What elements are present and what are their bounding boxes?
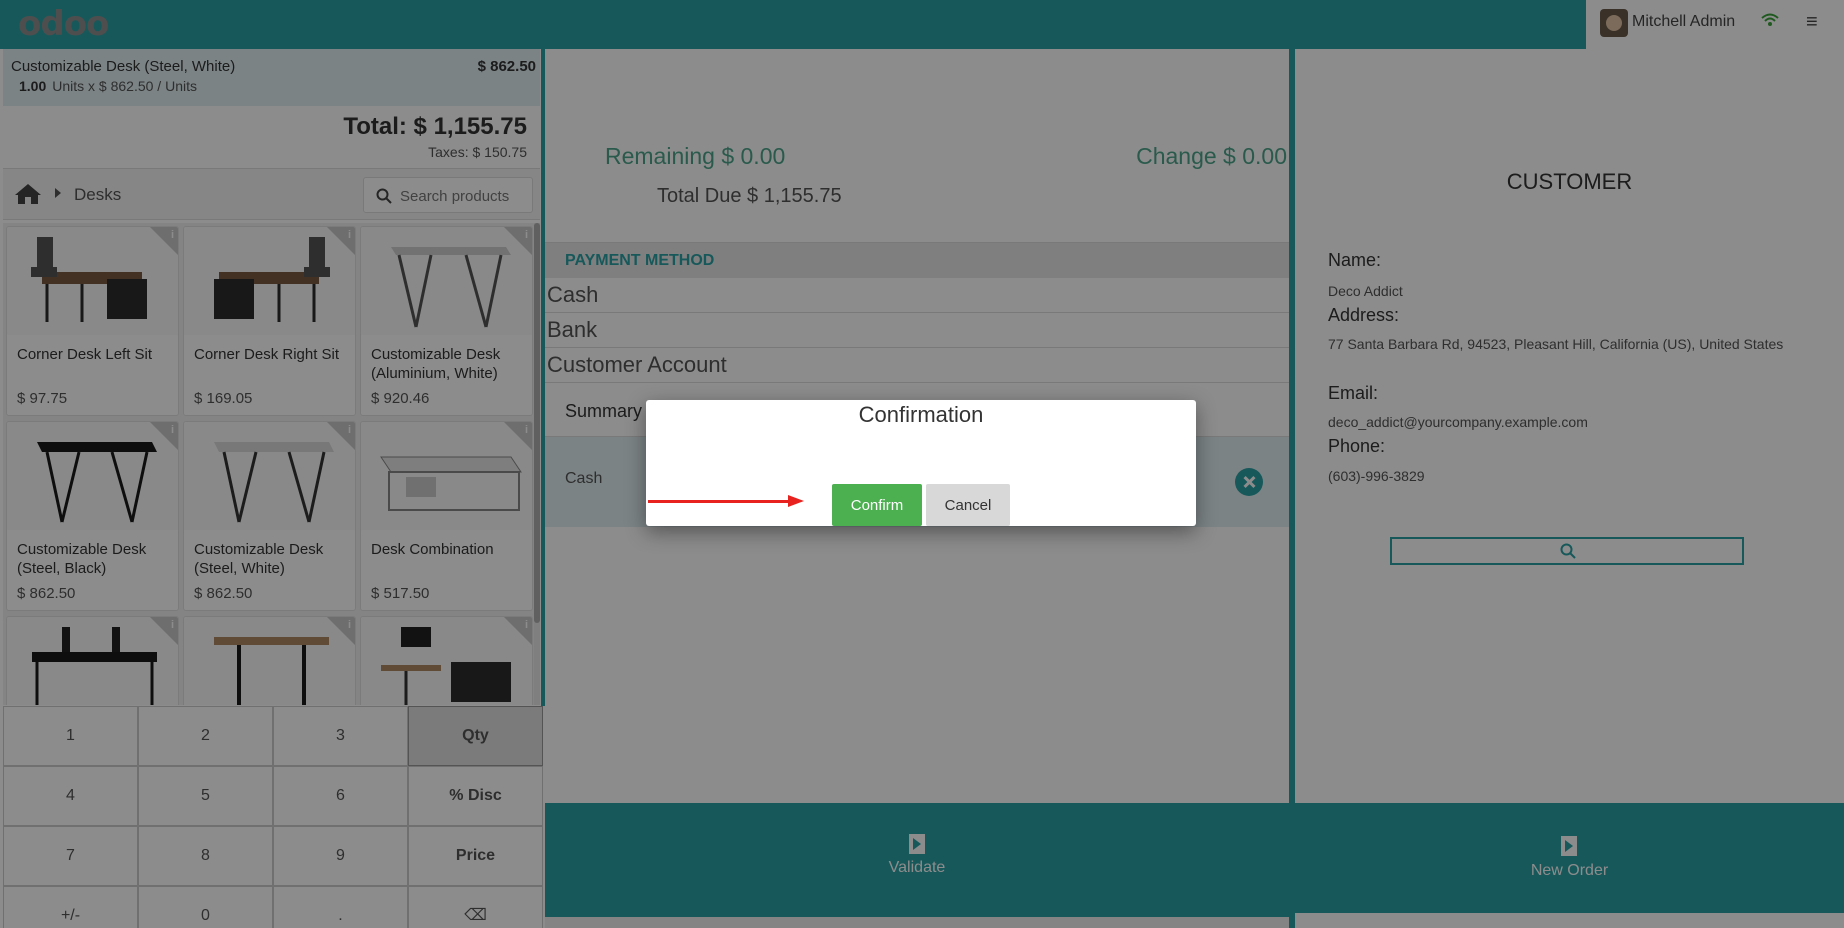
cancel-button[interactable]: Cancel bbox=[926, 484, 1010, 526]
annotation-arrow bbox=[648, 500, 788, 503]
confirm-button[interactable]: Confirm bbox=[832, 484, 922, 526]
confirmation-dialog: Confirmation Confirm Cancel bbox=[646, 400, 1196, 526]
annotation-arrow-head bbox=[788, 495, 804, 507]
dialog-title: Confirmation bbox=[858, 402, 984, 427]
